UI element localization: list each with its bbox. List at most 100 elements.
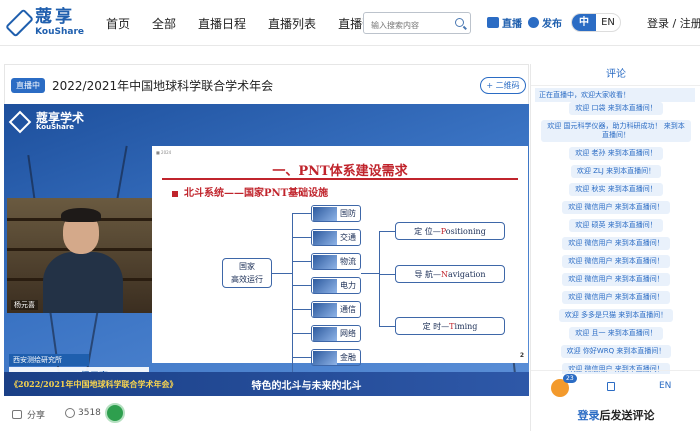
- connector-line: [292, 285, 311, 286]
- slide-item: 网络: [311, 325, 361, 342]
- qr-code-button[interactable]: + 二维码: [480, 77, 526, 94]
- comment-message: 欢迎 微信用户 来到本直播间！: [562, 291, 670, 304]
- pen-icon: [528, 17, 539, 28]
- like-count-badge: 23: [563, 374, 577, 383]
- item-thumbnail: [313, 350, 337, 365]
- search-box: [363, 12, 471, 36]
- site-logo[interactable]: 蔻享 KouShare: [5, 6, 84, 40]
- live-status-badge: 直播中: [11, 78, 45, 93]
- comment-login-suffix: 后发送评论: [599, 409, 655, 422]
- item-thumbnail: [313, 278, 337, 293]
- nav-live-schedule[interactable]: 直播日程: [198, 15, 246, 32]
- left-box-line: 国家: [239, 262, 255, 271]
- item-label: 网络: [340, 329, 356, 338]
- live-link[interactable]: 直播: [487, 15, 522, 30]
- connector-line: [292, 237, 311, 238]
- slide-subtitle-text: 北斗系统——国家PNT基础设施: [184, 188, 329, 199]
- language-switch: 中 EN: [571, 13, 621, 32]
- eye-icon: [65, 408, 75, 418]
- output-cn: 导 航—: [414, 270, 442, 279]
- connector-line: [379, 274, 395, 275]
- slide-item: 通信: [311, 301, 361, 318]
- item-label: 交通: [340, 233, 356, 242]
- item-thumbnail: [313, 302, 337, 317]
- item-label: 通信: [340, 305, 356, 314]
- connector-line: [292, 213, 311, 214]
- item-thumbnail: [313, 230, 337, 245]
- slide-title-rule: [162, 178, 518, 180]
- comment-message: 欢迎 硕英 来到本直播间！: [569, 219, 663, 232]
- connector-line: [292, 309, 311, 310]
- comment-message: 欢迎 国元科学仪器，助力科研成功！ 来到本直播间！: [541, 120, 691, 142]
- logo-mark-icon: [5, 8, 35, 38]
- video-player[interactable]: 蔻享学术 KouShare 杨元喜 西安测绘研究所 杨元喜 ■ 2024 一、P…: [4, 104, 529, 396]
- gift-icon[interactable]: [105, 403, 125, 423]
- comment-list[interactable]: 欢迎 口袋 来到本直播间！ 欢迎 国元科学仪器，助力科研成功！ 来到本直播间！ …: [531, 102, 700, 374]
- lang-cn-button[interactable]: 中: [572, 14, 596, 31]
- connector-line: [292, 333, 311, 334]
- view-count-value: 3518: [78, 408, 101, 418]
- top-navigation-bar: 蔻享 KouShare 首页 全部 直播日程 直播列表 直播预约 直播 发布 中…: [0, 0, 700, 46]
- slide-item: 交通: [311, 229, 361, 246]
- nav-live-list[interactable]: 直播列表: [268, 15, 316, 32]
- login-register-link[interactable]: 登录 / 注册: [647, 15, 700, 31]
- connector-line: [379, 231, 380, 326]
- nav-home[interactable]: 首页: [106, 15, 130, 32]
- stream-panel: 直播中 2022/2021年中国地球科学联合学术年会 + 二维码 蔻享学术 Ko…: [4, 64, 529, 397]
- output-cn: 定 时—: [422, 322, 450, 331]
- share-icon: [12, 410, 22, 419]
- bullet-square-icon: [172, 190, 178, 197]
- search-icon[interactable]: [455, 18, 464, 27]
- logo-mark-icon: [8, 110, 32, 133]
- item-label: 金融: [340, 353, 356, 362]
- slide-item: 电力: [311, 277, 361, 294]
- comment-message: 欢迎 老孙 来到本直播间！: [569, 147, 663, 160]
- comment-message: 欢迎 你好WRQ 来到本直播间！: [560, 345, 672, 358]
- speaker-hair: [61, 208, 101, 222]
- connector-line: [272, 273, 292, 274]
- comment-message: 欢迎 微信用户 来到本直播间！: [562, 201, 670, 214]
- logo-cn-text: 蔻享: [35, 7, 76, 27]
- comment-login-link[interactable]: 登录: [578, 409, 600, 422]
- connector-line: [379, 231, 395, 232]
- caption-talk-title: 特色的北斗与未来的北斗: [251, 380, 362, 392]
- share-button[interactable]: 分享: [12, 408, 45, 421]
- speaker-camera-feed: 杨元喜: [7, 198, 152, 313]
- logo-en-text: KouShare: [35, 27, 84, 37]
- connector-line: [379, 326, 395, 327]
- connector-line: [292, 261, 311, 262]
- comment-message: 欢迎 秋实 来到本直播间！: [569, 183, 663, 196]
- comment-message: 欢迎 ZLJ 来到本直播间！: [570, 165, 662, 178]
- item-label: 电力: [340, 281, 356, 290]
- speaker-org: 西安测绘研究所: [9, 354, 89, 366]
- search-input[interactable]: [364, 15, 450, 36]
- connector-line: [292, 357, 311, 358]
- output-en: avigation: [448, 270, 486, 279]
- video-watermark-logo: 蔻享学术 KouShare: [8, 110, 84, 133]
- live-notice: 正在直播中，欢迎大家收看！: [535, 88, 695, 102]
- video-logo-en: KouShare: [36, 123, 75, 131]
- slide-output-box: 定 时—Timing: [395, 317, 505, 335]
- stream-action-bar: 分享 3518: [0, 399, 530, 431]
- comment-message: 欢迎 微信用户 来到本直播间！: [562, 273, 670, 286]
- publish-link[interactable]: 发布: [528, 15, 562, 30]
- video-caption-bar: 《2022/2021年中国地球科学联合学术年会》 特色的北斗与未来的北斗: [4, 372, 529, 396]
- translate-en-button[interactable]: EN: [659, 381, 671, 391]
- item-thumbnail: [313, 326, 337, 341]
- output-en: ositioning: [445, 227, 486, 236]
- slide-title: 一、PNT体系建设需求: [272, 164, 408, 179]
- item-thumbnail: [313, 254, 337, 269]
- comment-message: 欢迎 多多是只猫 来到本直播间！: [558, 309, 674, 322]
- speaker-icon[interactable]: [607, 382, 615, 391]
- speaker-body: [43, 252, 123, 313]
- slide-page-number: 2: [519, 352, 524, 359]
- left-box-line: 高效运行: [231, 275, 263, 284]
- comment-message: 欢迎 微信用户 来到本直播间！: [562, 237, 670, 250]
- lang-en-button[interactable]: EN: [596, 14, 620, 31]
- comment-login-prompt: 登录后发送评论: [531, 400, 700, 431]
- slide-output-box: 定 位—Positioning: [395, 222, 505, 240]
- output-en: iming: [454, 322, 478, 331]
- nav-all[interactable]: 全部: [152, 15, 176, 32]
- view-count: 3518: [65, 408, 101, 418]
- slide-item: 金融: [311, 349, 361, 366]
